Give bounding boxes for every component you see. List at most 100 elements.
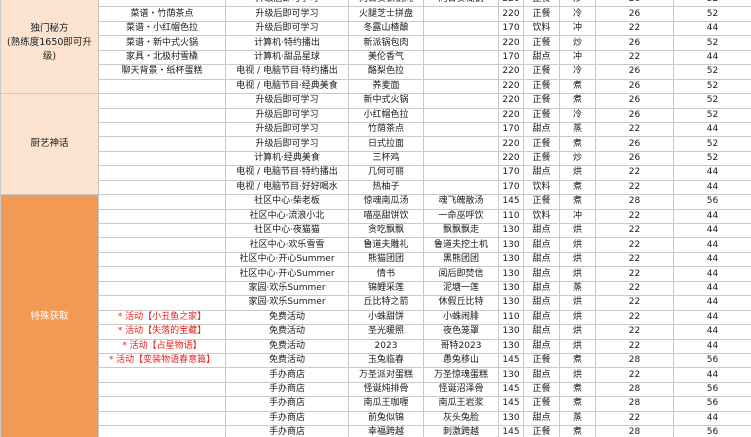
recipe-cell: 冬露山楂酿 bbox=[348, 20, 424, 37]
stat-b-cell: 52 bbox=[673, 64, 751, 80]
table-row: 手办商店 前兔似锦 灰头兔脸 130 甜点蒸 22 44 bbox=[1, 410, 751, 427]
stat-b-cell: 52 bbox=[673, 35, 751, 51]
stat-a-cell: 26 bbox=[595, 150, 674, 167]
source-cell: 聊天背景・纸杯蛋糕 bbox=[98, 64, 226, 80]
stat-a-cell: 22 bbox=[595, 165, 674, 181]
variant-cell: 一命巫呼饮 bbox=[423, 208, 499, 225]
type-cell: 正餐 bbox=[523, 396, 560, 412]
recipe-cell: 前兔似锦 bbox=[348, 410, 424, 427]
stat-a-cell: 22 bbox=[595, 121, 674, 138]
cook-cell: 烘 bbox=[559, 367, 596, 383]
type-cell: 正餐 bbox=[523, 425, 560, 437]
price-cell: 130 bbox=[498, 251, 524, 268]
source-cell bbox=[98, 396, 226, 412]
source-cell bbox=[98, 93, 226, 109]
stat-b-cell: 44 bbox=[673, 20, 751, 37]
stat-a-cell: 26 bbox=[595, 0, 674, 8]
variant-cell bbox=[423, 150, 499, 167]
source-cell bbox=[98, 410, 226, 427]
cook-cell: 蒸 bbox=[559, 121, 596, 138]
variant-cell: 夜色笼罩 bbox=[423, 324, 499, 340]
stat-b-cell: 44 bbox=[673, 367, 751, 383]
recipe-cell: 贪吃飘飘 bbox=[348, 222, 424, 239]
price-cell: 220 bbox=[498, 78, 524, 95]
stat-a-cell: 22 bbox=[595, 295, 674, 311]
method-cell: 手办商店 bbox=[225, 367, 349, 383]
group-label: 厨艺神话 bbox=[0, 93, 99, 196]
method-cell: 家园·欢乐Summer bbox=[225, 280, 349, 297]
type-cell: 甜点 bbox=[523, 121, 560, 138]
table-row: 厨艺神话 升级后即可学习 新中式火锅 220 正餐煮 26 52 bbox=[0, 93, 751, 196]
method-cell: 升级后即可学习 bbox=[225, 0, 349, 8]
cook-cell: 冲 bbox=[559, 20, 596, 37]
method-cell: 计算机·经典美食 bbox=[225, 150, 349, 167]
source-cell bbox=[98, 425, 226, 437]
source-cell bbox=[98, 251, 226, 268]
stat-b-cell: 44 bbox=[673, 324, 751, 340]
stat-a-cell: 22 bbox=[595, 367, 674, 383]
price-cell: 220 bbox=[498, 0, 524, 8]
variant-cell: 万圣惊魂蛋糕 bbox=[423, 367, 499, 383]
method-cell: 电视 / 电脑节目·经典美食 bbox=[225, 78, 349, 95]
stat-a-cell: 28 bbox=[595, 396, 674, 412]
variant-cell: 小蛛闹腓 bbox=[423, 309, 499, 326]
stat-a-cell: 22 bbox=[595, 324, 674, 340]
cook-cell: 烘 bbox=[559, 338, 596, 354]
source-cell: * 活动【占星物语】 bbox=[98, 338, 226, 354]
table-row: 菜谱・小红帽色拉 升级后即可学习 冬露山楂酿 170 饮料冲 22 44 bbox=[1, 20, 751, 37]
type-cell: 正餐 bbox=[523, 35, 560, 51]
method-cell: 电视 / 电脑节目·特约播出 bbox=[225, 165, 349, 181]
stat-b-cell: 44 bbox=[673, 266, 751, 282]
price-cell: 130 bbox=[498, 367, 524, 383]
variant-cell: 向日葵糊锅 bbox=[423, 0, 499, 8]
stat-a-cell: 22 bbox=[595, 237, 674, 253]
price-cell: 145 bbox=[498, 352, 524, 369]
type-cell: 甜点 bbox=[523, 309, 560, 326]
stat-a-cell: 22 bbox=[595, 20, 674, 37]
type-cell: 正餐 bbox=[523, 194, 560, 210]
recipe-cell: 万圣派对蛋糕 bbox=[348, 367, 424, 383]
stat-a-cell: 28 bbox=[595, 194, 674, 210]
recipe-cell: 幸福跨越 bbox=[348, 425, 424, 437]
recipe-cell: 日式拉面 bbox=[348, 136, 424, 152]
group-label: 独门秘方 (熟练度1650即可升级) bbox=[0, 0, 99, 95]
recipe-cell: 新中式火锅 bbox=[348, 93, 424, 109]
recipe-cell: 火腿芝士拼盘 bbox=[348, 6, 424, 22]
recipe-cell: 热柚子 bbox=[348, 179, 424, 196]
stat-a-cell: 28 bbox=[595, 425, 674, 437]
cook-cell: 冷 bbox=[559, 6, 596, 22]
table-row: 电视 / 电脑节目·特约播出 几何可丽 170 甜点烘 22 44 bbox=[1, 165, 751, 181]
type-cell: 正餐 bbox=[523, 6, 560, 22]
source-cell bbox=[98, 266, 226, 282]
stat-a-cell: 28 bbox=[595, 352, 674, 369]
source-cell bbox=[98, 136, 226, 152]
cook-cell: 烘 bbox=[559, 165, 596, 181]
type-cell: 甜点 bbox=[523, 338, 560, 354]
source-cell bbox=[98, 107, 226, 123]
variant-cell: 黑熊团团 bbox=[423, 251, 499, 268]
type-cell: 甜点 bbox=[523, 410, 560, 427]
price-cell: 130 bbox=[498, 410, 524, 427]
stat-b-cell: 44 bbox=[673, 179, 751, 196]
source-cell bbox=[98, 78, 226, 95]
cook-cell: 烘 bbox=[559, 251, 596, 268]
source-cell bbox=[98, 367, 226, 383]
cook-cell: 烘 bbox=[559, 295, 596, 311]
method-cell: 升级后即可学习 bbox=[225, 20, 349, 37]
stat-a-cell: 22 bbox=[595, 266, 674, 282]
type-cell: 甜点 bbox=[523, 237, 560, 253]
stat-b-cell: 44 bbox=[673, 121, 751, 138]
type-cell: 甜点 bbox=[523, 295, 560, 311]
recipe-table-body: 独门秘方 (熟练度1650即可升级)升级后即可学习向日葵铁锅炖向日葵糊锅220正… bbox=[0, 0, 751, 437]
method-cell: 电视 / 电脑节目·好好喝水 bbox=[225, 179, 349, 196]
table-row: 社区中心·夜猫猫 贪吃飘飘 飘飘飘走 130 甜点烘 22 44 bbox=[1, 222, 751, 239]
source-cell: 菜谱・新中式火锅 bbox=[98, 35, 226, 51]
stat-a-cell: 26 bbox=[595, 6, 674, 22]
price-cell: 130 bbox=[498, 280, 524, 297]
method-cell: 升级后即可学习 bbox=[225, 121, 349, 138]
method-cell: 手办商店 bbox=[225, 425, 349, 437]
recipe-cell: 玉兔临春 bbox=[348, 352, 424, 369]
variant-cell: 刺激跨越 bbox=[423, 425, 499, 437]
source-cell: 菜谱・小红帽色拉 bbox=[98, 20, 226, 37]
source-cell: 菜谱・竹荫茶点 bbox=[98, 6, 226, 22]
